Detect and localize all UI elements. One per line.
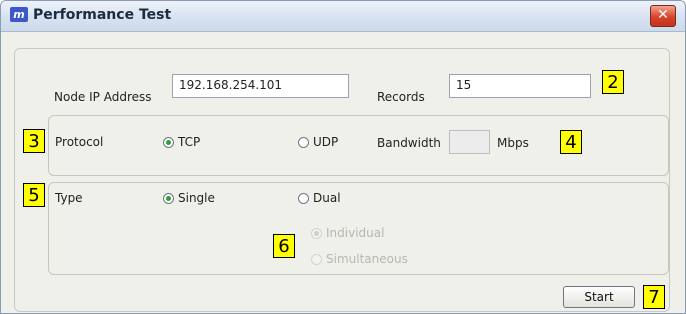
app-logo-icon: m	[10, 7, 28, 22]
type-simultaneous-label: Simultaneous	[326, 252, 408, 266]
protocol-udp-radio[interactable]: UDP	[298, 135, 338, 149]
radio-unchecked-icon	[298, 136, 309, 148]
callout-6: 6	[273, 234, 295, 258]
callout-7: 7	[643, 285, 665, 309]
radio-unchecked-icon	[311, 253, 322, 265]
type-single-radio[interactable]: Single	[163, 191, 215, 205]
type-simultaneous-radio[interactable]: Simultaneous	[311, 252, 408, 266]
radio-checked-icon	[163, 192, 174, 204]
callout-2: 2	[602, 70, 624, 94]
type-individual-radio[interactable]: Individual	[311, 226, 384, 240]
type-individual-label: Individual	[326, 226, 385, 240]
performance-test-window: m Performance Test ✕ Node IP Address 192…	[0, 0, 686, 314]
type-single-label: Single	[178, 191, 215, 205]
protocol-label: Protocol	[55, 135, 104, 149]
protocol-udp-label: UDP	[313, 135, 339, 149]
records-label: Records	[377, 90, 425, 104]
start-button[interactable]: Start	[563, 286, 635, 308]
protocol-tcp-label: TCP	[178, 135, 201, 149]
node-ip-label: Node IP Address	[54, 90, 152, 104]
type-dual-radio[interactable]: Dual	[298, 191, 341, 205]
bandwidth-unit-label: Mbps	[497, 136, 529, 150]
type-dual-label: Dual	[313, 191, 341, 205]
title-bar: m Performance Test ✕	[1, 1, 685, 32]
radio-checked-icon	[311, 227, 322, 239]
close-button[interactable]: ✕	[650, 5, 676, 27]
callout-4: 4	[560, 130, 582, 154]
callout-5: 5	[23, 183, 45, 207]
records-input[interactable]: 15	[449, 74, 591, 98]
protocol-tcp-radio[interactable]: TCP	[163, 135, 200, 149]
type-label: Type	[55, 191, 83, 205]
bandwidth-input[interactable]	[449, 130, 490, 154]
window-title: Performance Test	[33, 7, 172, 23]
callout-3: 3	[23, 129, 45, 153]
radio-unchecked-icon	[298, 192, 309, 204]
bandwidth-label: Bandwidth	[377, 136, 441, 150]
radio-checked-icon	[163, 136, 174, 148]
node-ip-input[interactable]: 192.168.254.101	[172, 74, 349, 98]
